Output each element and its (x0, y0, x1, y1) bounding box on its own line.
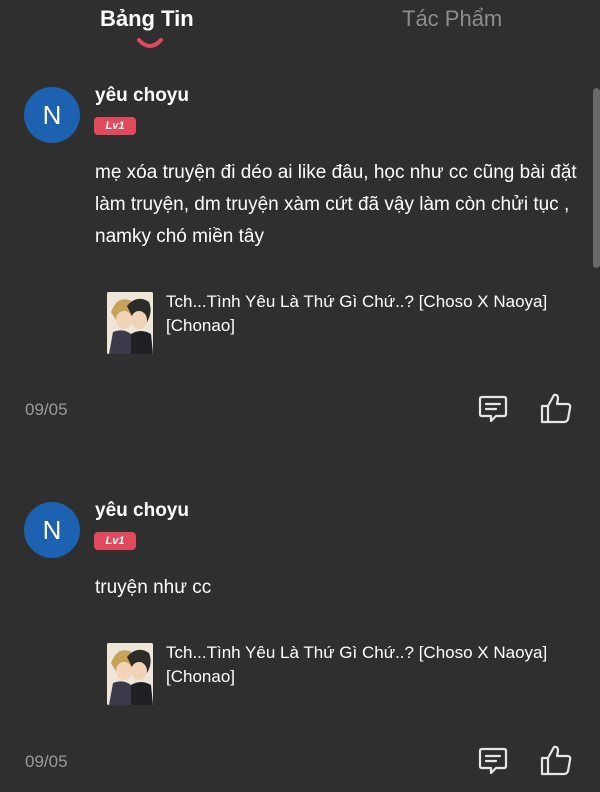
story-thumbnail (107, 292, 153, 354)
story-card[interactable]: Tch...Tình Yêu Là Thứ Gì Chứ..? [Choso X… (107, 292, 577, 354)
level-badge: Lv1 (94, 117, 136, 135)
post-date: 09/05 (25, 400, 68, 419)
like-icon (540, 393, 572, 424)
tab-tac-pham[interactable]: Tác Phẩm (402, 6, 502, 32)
like-icon (540, 745, 572, 776)
username[interactable]: yêu choyu (95, 85, 189, 107)
like-button[interactable] (539, 392, 573, 424)
active-tab-indicator (137, 38, 163, 48)
story-thumbnail (107, 643, 153, 705)
avatar[interactable]: N (24, 87, 80, 143)
story-title: Tch...Tình Yêu Là Thứ Gì Chứ..? [Choso X… (166, 643, 548, 686)
story-card[interactable]: Tch...Tình Yêu Là Thứ Gì Chứ..? [Choso X… (107, 643, 577, 705)
avatar[interactable]: N (24, 502, 80, 558)
post-content: truyện như cc (95, 577, 212, 598)
tab-bar: Bảng Tin Tác Phẩm (0, 0, 600, 60)
post-content: mẹ xóa truyện đi déo ai like đâu, học nh… (95, 162, 577, 247)
comment-icon (478, 747, 508, 775)
comment-button[interactable] (477, 745, 509, 777)
scrollbar[interactable] (593, 88, 600, 268)
comment-icon (478, 395, 508, 423)
comment-button[interactable] (477, 393, 509, 425)
tab-bang-tin[interactable]: Bảng Tin (100, 6, 194, 32)
story-title: Tch...Tình Yêu Là Thứ Gì Chứ..? [Choso X… (166, 292, 548, 335)
level-badge: Lv1 (94, 532, 136, 550)
post-date: 09/05 (25, 752, 68, 771)
like-button[interactable] (539, 744, 573, 776)
username[interactable]: yêu choyu (95, 500, 189, 522)
